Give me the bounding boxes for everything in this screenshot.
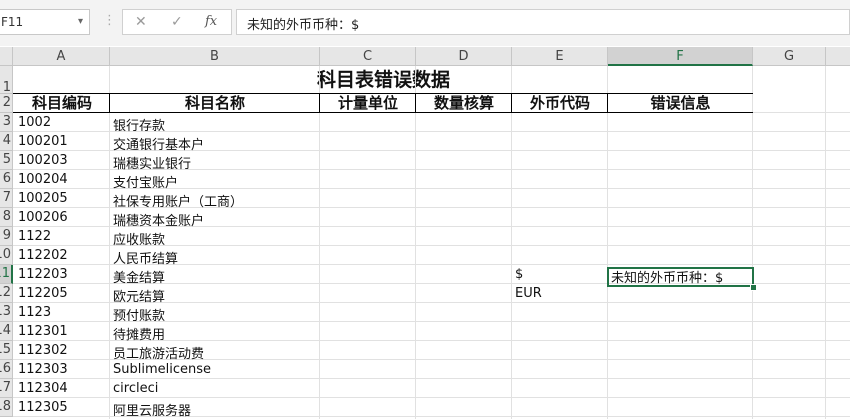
cell-account-code[interactable]: 100201 <box>18 134 68 149</box>
row-header[interactable]: 2 <box>0 94 13 113</box>
row-header[interactable]: 1 <box>0 66 13 94</box>
row-header[interactable]: 7 <box>0 189 13 208</box>
cell-account-code[interactable]: 100204 <box>18 172 68 187</box>
formula-bar-area: F11 ▾ ⋮ ✕ ✓ fx 未知的外币币种：$ <box>0 0 850 46</box>
cell-account-code[interactable]: 112203 <box>18 267 68 282</box>
row-header[interactable]: 10 <box>0 246 13 265</box>
cell-account-code[interactable]: 112305 <box>18 400 68 415</box>
table-border <box>319 94 320 113</box>
table-border <box>13 93 753 94</box>
cell-account-name[interactable]: 支付宝账户 <box>113 172 178 191</box>
header-cell-code[interactable]: 科目编码 <box>14 94 110 113</box>
cell-account-name[interactable]: 交通银行基本户 <box>113 134 204 153</box>
sheet-title[interactable]: 科目表错误数据 <box>14 66 753 94</box>
cell-account-code[interactable]: 112301 <box>18 324 68 339</box>
row-header[interactable]: 16 <box>0 360 13 379</box>
row-header[interactable]: 17 <box>0 379 13 398</box>
gridline <box>607 66 608 419</box>
table-border <box>607 94 608 113</box>
column-header-f[interactable]: F <box>608 47 753 66</box>
cell-account-code[interactable]: 100203 <box>18 153 68 168</box>
row-header[interactable]: 11 <box>0 265 13 284</box>
drag-handle-icon[interactable]: ⋮ <box>103 13 116 28</box>
cell-account-name[interactable]: 待摊费用 <box>113 324 165 343</box>
column-header-g[interactable]: G <box>753 47 826 66</box>
table-border <box>13 112 753 113</box>
cell-account-code[interactable]: 112304 <box>18 381 68 396</box>
cell-account-code[interactable]: 100206 <box>18 210 68 225</box>
cell-account-name[interactable]: 社保专用账户（工商） <box>113 191 243 210</box>
cell-account-name[interactable]: Sublimelicense <box>113 362 211 377</box>
formula-input-value: 未知的外币币种：$ <box>247 18 360 33</box>
cell-account-code[interactable]: 112303 <box>18 362 68 377</box>
cell-currency-code[interactable]: EUR <box>515 286 542 301</box>
table-border <box>511 94 512 113</box>
cell-account-code[interactable]: 1123 <box>18 305 51 320</box>
row-header[interactable]: 15 <box>0 341 13 360</box>
row-header[interactable]: 9 <box>0 227 13 246</box>
cell-account-code[interactable]: 112202 <box>18 248 68 263</box>
gridline <box>319 66 320 419</box>
selected-cell-outline <box>607 267 754 287</box>
spreadsheet-grid[interactable]: A B C D E F G 1 2 科目表错误数据 科目编码 科目名称 计量单位… <box>0 47 850 419</box>
table-border <box>415 94 416 113</box>
header-cell-unit[interactable]: 计量单位 <box>320 94 416 113</box>
header-cell-quantity[interactable]: 数量核算 <box>416 94 512 113</box>
header-cell-error[interactable]: 错误信息 <box>608 94 753 113</box>
formula-buttons: ✕ ✓ fx <box>122 9 232 35</box>
cancel-icon[interactable]: ✕ <box>135 14 147 30</box>
cell-currency-code[interactable]: $ <box>515 267 523 282</box>
column-header-d[interactable]: D <box>416 47 512 66</box>
table-border <box>109 94 110 113</box>
cell-account-code[interactable]: 112302 <box>18 343 68 358</box>
gridline <box>511 66 512 419</box>
header-cell-currency[interactable]: 外币代码 <box>512 94 608 113</box>
cell-account-name[interactable]: 人民币结算 <box>113 248 178 267</box>
cell-account-name[interactable]: 美金结算 <box>113 267 165 286</box>
cell-account-name[interactable]: 阿里云服务器 <box>113 400 191 419</box>
cell-account-name[interactable]: 欧元结算 <box>113 286 165 305</box>
column-header-blank[interactable] <box>826 47 850 66</box>
gridline <box>13 378 850 379</box>
cell-account-name[interactable]: 瑞穗实业银行 <box>113 153 191 172</box>
row-header[interactable]: 8 <box>0 208 13 227</box>
gridline <box>752 66 753 419</box>
column-header-e[interactable]: E <box>512 47 608 66</box>
name-box[interactable]: F11 ▾ <box>0 9 90 35</box>
row-header[interactable]: 13 <box>0 303 13 322</box>
column-header-c[interactable]: C <box>320 47 416 66</box>
row-header[interactable]: 12 <box>0 284 13 303</box>
cell-account-name[interactable]: 应收账款 <box>113 229 165 248</box>
row-header[interactable]: 3 <box>0 113 13 132</box>
column-header-b[interactable]: B <box>110 47 320 66</box>
enter-icon[interactable]: ✓ <box>171 14 183 30</box>
gridline <box>13 397 850 398</box>
chevron-down-icon[interactable]: ▾ <box>78 16 83 27</box>
cell-account-code[interactable]: 1122 <box>18 229 51 244</box>
cell-account-name[interactable]: 预付账款 <box>113 305 165 324</box>
cell-account-name[interactable]: 员工旅游活动费 <box>113 343 204 362</box>
cell-account-name[interactable]: 银行存款 <box>113 115 165 134</box>
cell-account-code[interactable]: 1002 <box>18 115 51 130</box>
row-header[interactable]: 14 <box>0 322 13 341</box>
cell-account-name[interactable]: circleci <box>113 381 158 396</box>
header-cell-name[interactable]: 科目名称 <box>110 94 320 113</box>
cell-account-code[interactable]: 112205 <box>18 286 68 301</box>
gridline <box>825 66 826 419</box>
row-header[interactable]: 6 <box>0 170 13 189</box>
column-header-a[interactable]: A <box>13 47 110 66</box>
row-header[interactable]: 5 <box>0 151 13 170</box>
formula-input[interactable]: 未知的外币币种：$ <box>236 9 850 35</box>
name-box-value: F11 <box>1 15 24 29</box>
row-header[interactable]: 18 <box>0 398 13 417</box>
gridline <box>109 66 110 419</box>
gridline <box>415 66 416 419</box>
fill-handle[interactable] <box>750 284 757 291</box>
cell-account-name[interactable]: 瑞穗资本金账户 <box>113 210 204 229</box>
insert-function-icon[interactable]: fx <box>205 14 217 29</box>
row-header[interactable]: 4 <box>0 132 13 151</box>
cell-account-code[interactable]: 100205 <box>18 191 68 206</box>
select-all-corner[interactable] <box>0 47 13 66</box>
